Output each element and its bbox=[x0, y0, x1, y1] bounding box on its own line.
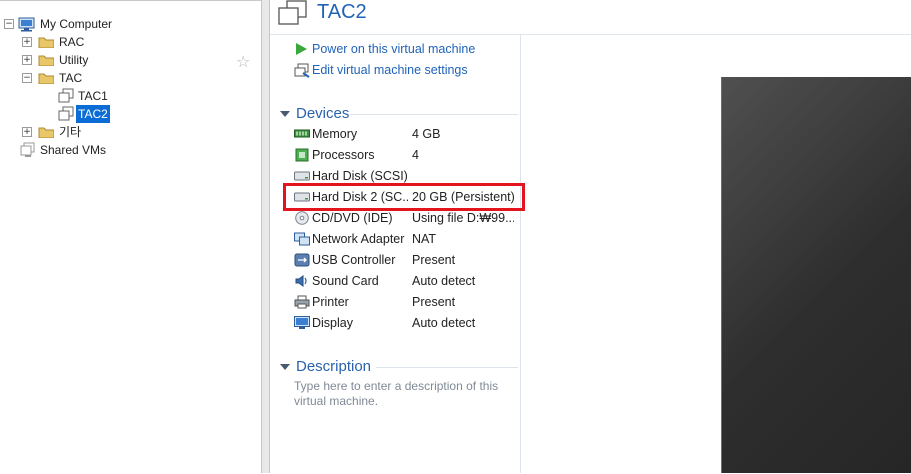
highlight-annotation bbox=[283, 183, 525, 211]
power-on-label: Power on this virtual machine bbox=[312, 42, 476, 56]
device-name: Processors bbox=[312, 148, 375, 162]
device-name: USB Controller bbox=[312, 253, 396, 267]
tree-label: 기타 bbox=[59, 125, 82, 139]
description-field[interactable]: Type here to enter a description of this… bbox=[294, 379, 514, 409]
virtual-machine-icon bbox=[278, 0, 307, 25]
hard-disk-icon bbox=[294, 171, 310, 181]
expand-icon[interactable]: + bbox=[22, 37, 32, 47]
tree-label: TAC bbox=[59, 71, 83, 85]
tree-label: TAC1 bbox=[78, 89, 108, 103]
device-value: Auto detect bbox=[412, 316, 476, 330]
page-title: TAC2 bbox=[317, 1, 367, 23]
expand-icon[interactable]: + bbox=[22, 55, 32, 65]
tree-label: Shared VMs bbox=[40, 143, 107, 157]
device-value: Auto detect bbox=[412, 274, 476, 288]
description-heading: Description bbox=[296, 358, 372, 375]
virtual-machine-icon bbox=[58, 106, 74, 121]
section-divider bbox=[376, 367, 518, 368]
device-name: Network Adapter bbox=[312, 232, 405, 246]
collapse-arrow-icon bbox=[280, 364, 290, 370]
memory-icon bbox=[294, 129, 310, 138]
device-value: NAT bbox=[412, 232, 437, 246]
device-name: Sound Card bbox=[312, 274, 379, 288]
device-value: Using file D:₩99... bbox=[412, 211, 514, 225]
library-tree[interactable]: − My Computer + RAC + Utility − TAC TAC1… bbox=[0, 0, 261, 474]
device-name: CD/DVD (IDE) bbox=[312, 211, 393, 225]
computer-icon bbox=[18, 17, 35, 32]
panel-splitter[interactable] bbox=[261, 0, 270, 473]
tree-label: RAC bbox=[59, 35, 85, 49]
network-adapter-icon bbox=[294, 232, 310, 246]
tree-label: Utility bbox=[59, 53, 89, 67]
folder-icon bbox=[38, 55, 54, 66]
folder-icon bbox=[38, 73, 54, 84]
device-value: 4 GB bbox=[412, 127, 441, 141]
device-name: Display bbox=[312, 316, 353, 330]
sound-icon bbox=[295, 275, 307, 287]
collapse-icon[interactable]: − bbox=[4, 19, 14, 29]
folder-icon bbox=[38, 127, 54, 138]
processor-icon bbox=[295, 148, 309, 162]
devices-heading: Devices bbox=[296, 105, 350, 122]
collapse-icon[interactable]: − bbox=[22, 73, 32, 83]
virtual-machine-icon bbox=[58, 88, 74, 103]
printer-icon bbox=[294, 295, 310, 309]
device-row-cd-dvd[interactable]: CD/DVD (IDE) Using file D:₩99... bbox=[294, 208, 514, 228]
device-value: 4 bbox=[412, 148, 419, 162]
device-row-memory[interactable]: Memory 4 GB bbox=[294, 124, 514, 144]
folder-icon bbox=[38, 37, 54, 48]
usb-icon bbox=[294, 253, 310, 267]
device-row-sound-card[interactable]: Sound Card Auto detect bbox=[294, 271, 514, 291]
device-name: Printer bbox=[312, 295, 349, 309]
device-row-display[interactable]: Display Auto detect bbox=[294, 313, 514, 333]
shared-vms-icon bbox=[20, 142, 35, 157]
device-name: Memory bbox=[312, 127, 358, 141]
cd-dvd-icon bbox=[295, 211, 309, 225]
vm-details-pane: Power on this virtual machine Edit virtu… bbox=[270, 35, 525, 473]
collapse-arrow-icon bbox=[280, 111, 290, 117]
vm-summary-panel: TAC2 Power on this virtual machine Edit … bbox=[270, 0, 911, 473]
display-icon bbox=[294, 316, 310, 329]
section-divider bbox=[350, 114, 518, 115]
settings-icon bbox=[294, 63, 310, 78]
device-row-processors[interactable]: Processors 4 bbox=[294, 145, 514, 165]
vm-screen-preview[interactable] bbox=[721, 77, 911, 473]
device-value: Present bbox=[412, 295, 456, 309]
device-row-printer[interactable]: Printer Present bbox=[294, 292, 514, 312]
edit-settings-label: Edit virtual machine settings bbox=[312, 63, 468, 77]
device-row-network-adapter[interactable]: Network Adapter NAT bbox=[294, 229, 514, 249]
device-value: Present bbox=[412, 253, 456, 267]
tree-label: My Computer bbox=[40, 17, 113, 31]
star-icon[interactable]: ☆ bbox=[236, 52, 250, 71]
expand-icon[interactable]: + bbox=[22, 127, 32, 137]
tree-label-selected: TAC2 bbox=[76, 105, 110, 123]
vm-title-bar: TAC2 bbox=[270, 0, 911, 35]
play-icon bbox=[296, 43, 307, 55]
device-row-usb-controller[interactable]: USB Controller Present bbox=[294, 250, 514, 270]
